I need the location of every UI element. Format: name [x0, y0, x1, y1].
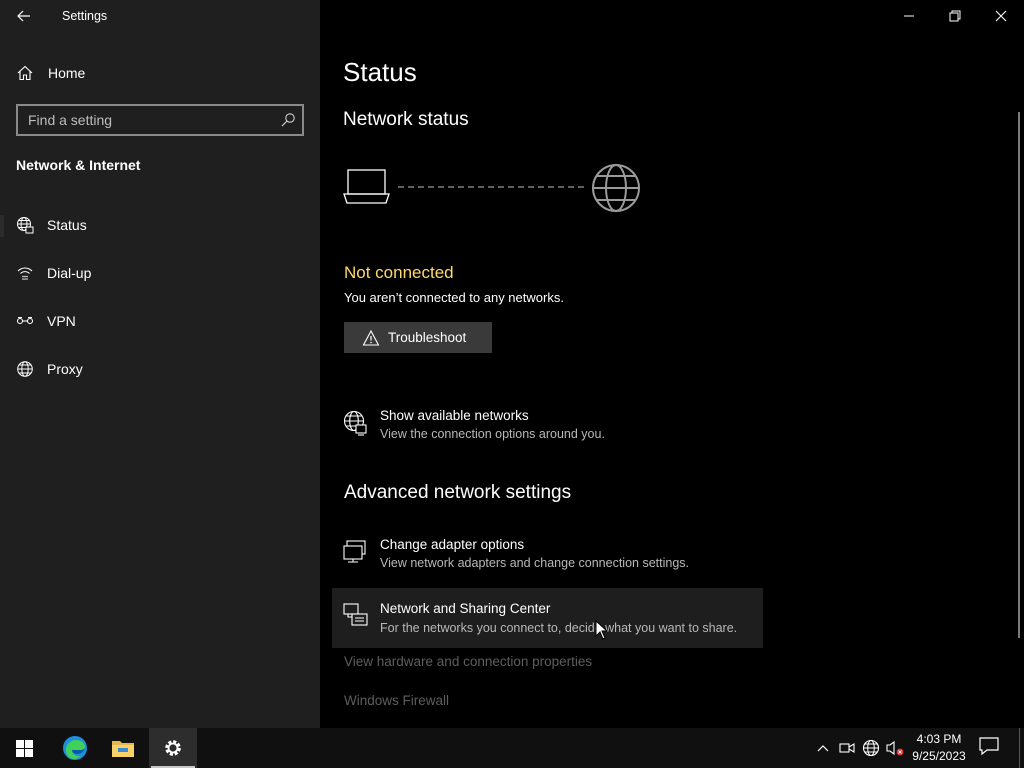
clock-date: 9/25/2023: [912, 749, 966, 763]
scrollbar[interactable]: [1018, 112, 1020, 638]
show-desktop-button[interactable]: [1019, 728, 1020, 768]
mouse-cursor-icon: [595, 620, 609, 640]
home-link[interactable]: Home: [0, 56, 320, 90]
edge-icon: [63, 736, 87, 760]
start-button[interactable]: [0, 728, 48, 768]
volume-muted-icon: [886, 740, 904, 756]
notification-icon: [979, 737, 999, 756]
close-icon: [995, 10, 1007, 22]
globe-icon: [17, 361, 33, 377]
taskbar-file-explorer[interactable]: [99, 728, 147, 768]
troubleshoot-button[interactable]: Troubleshoot: [344, 322, 492, 353]
file-explorer-icon: [112, 741, 134, 757]
close-button[interactable]: [978, 0, 1024, 32]
link-title: Network and Sharing Center: [380, 601, 551, 616]
sidebar-item-label: VPN: [47, 313, 76, 329]
back-arrow-icon: [17, 10, 30, 22]
network-globe-tray-icon: [862, 739, 880, 757]
app-title: Settings: [62, 9, 108, 23]
search-field[interactable]: [16, 104, 304, 136]
network-globe-icon: [343, 410, 367, 436]
sidebar-item-vpn[interactable]: VPN: [0, 301, 320, 341]
change-adapter-options-link[interactable]: Change adapter options View network adap…: [332, 529, 762, 589]
tray-meet-now[interactable]: [837, 738, 857, 758]
taskbar-edge[interactable]: [51, 728, 99, 768]
show-available-networks-link[interactable]: Show available networks View the connect…: [332, 400, 762, 460]
sidebar-item-label: Dial-up: [47, 265, 92, 281]
windows-firewall-link[interactable]: Windows Firewall: [344, 693, 449, 708]
network-status-graphic: [343, 164, 640, 212]
warning-icon: [362, 329, 380, 346]
taskbar: 4:03 PM 9/25/2023: [0, 728, 1024, 768]
globe-network-icon: [17, 217, 34, 234]
network-status-heading: Network status: [343, 109, 469, 130]
tray-volume[interactable]: [885, 738, 905, 758]
vpn-icon: [16, 317, 34, 325]
sidebar-item-label: Status: [47, 217, 87, 233]
network-adapter-icon: [343, 540, 366, 563]
clock-time: 4:03 PM: [916, 732, 962, 746]
connection-status-description: You aren’t connected to any networks.: [344, 290, 564, 305]
sharing-center-icon: [343, 603, 368, 626]
settings-icon: [165, 740, 181, 756]
link-description: View the connection options around you.: [380, 427, 605, 441]
link-description: For the networks you connect to, decide …: [380, 621, 738, 635]
sidebar-item-status[interactable]: Status: [0, 205, 320, 245]
home-icon: [17, 65, 33, 81]
page-title: Status: [343, 57, 417, 87]
sidebar-item-dial-up[interactable]: Dial-up: [0, 253, 320, 293]
network-and-sharing-center-link[interactable]: Network and Sharing Center For the netwo…: [332, 588, 763, 648]
selection-indicator: [0, 215, 4, 237]
system-clock[interactable]: 4:03 PM 9/25/2023: [906, 731, 972, 765]
minimize-icon: [904, 15, 914, 17]
view-hardware-properties-link[interactable]: View hardware and connection properties: [344, 654, 592, 669]
camera-icon: [839, 743, 855, 753]
section-title: Network & Internet: [16, 157, 141, 173]
back-button[interactable]: [8, 4, 40, 28]
minimize-button[interactable]: [886, 0, 932, 32]
link-title: Change adapter options: [380, 537, 525, 552]
sidebar-item-label: Proxy: [47, 361, 83, 377]
restore-button[interactable]: [932, 0, 978, 32]
laptop-icon: [343, 169, 390, 204]
tray-network[interactable]: [861, 738, 881, 758]
taskbar-settings[interactable]: [149, 728, 197, 768]
main-content: Status Network status Not connected You …: [320, 0, 1024, 728]
sidebar-item-proxy[interactable]: Proxy: [0, 349, 320, 389]
advanced-network-settings-heading: Advanced network settings: [344, 482, 572, 503]
home-label: Home: [48, 65, 86, 81]
action-center-button[interactable]: [978, 736, 1004, 760]
restore-icon: [949, 10, 961, 22]
internet-globe-icon: [592, 164, 640, 212]
troubleshoot-label: Troubleshoot: [388, 330, 467, 345]
show-hidden-icons-button[interactable]: [813, 738, 833, 758]
sidebar: Settings Home Network & Internet Status: [0, 0, 320, 728]
link-title: Show available networks: [380, 408, 529, 423]
link-description: View network adapters and change connect…: [380, 556, 689, 570]
search-input[interactable]: [18, 106, 268, 134]
chevron-up-icon: [817, 745, 829, 752]
search-icon[interactable]: [280, 112, 296, 128]
start-icon: [15, 739, 33, 757]
dial-up-icon: [17, 267, 33, 280]
connection-status-title: Not connected: [344, 263, 454, 282]
